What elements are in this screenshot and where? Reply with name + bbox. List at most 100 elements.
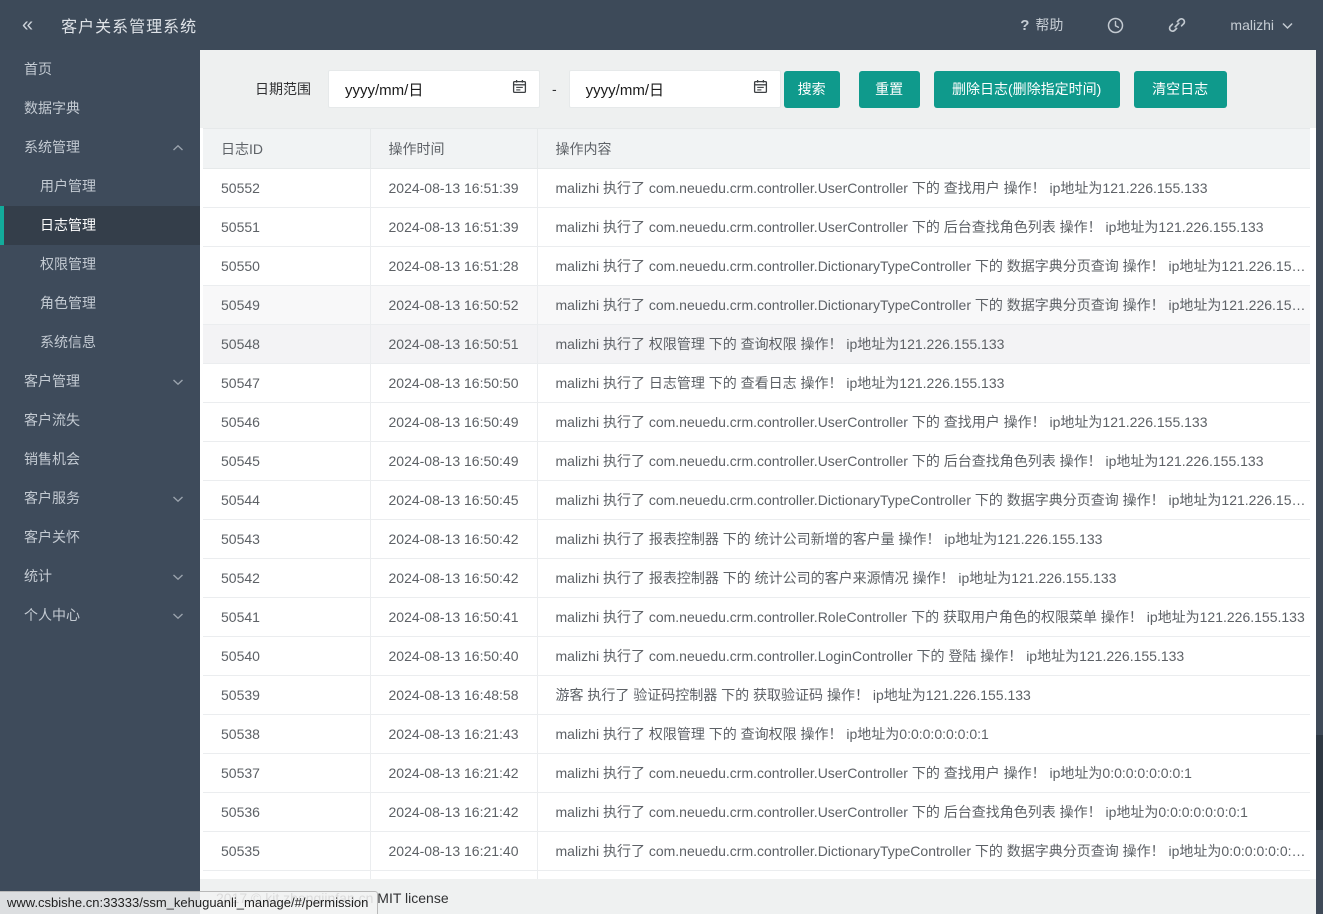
content-cell: malizhi 执行了 com.neuedu.crm.controller.Us… [537,441,1310,481]
help-button[interactable]: ? 帮助 [1020,15,1063,35]
username: malizhi [1230,17,1274,33]
table-row[interactable]: 50543 2024-08-13 16:50:42 malizhi 执行了 报表控制… [203,519,1310,559]
content-cell: malizhi 执行了 com.neuedu.crm.controller.Ro… [537,597,1310,637]
sidebar-item-label: 客户服务 [24,490,80,506]
date-range-label: 日期范围 [255,81,311,97]
table-row[interactable]: 50537 2024-08-13 16:21:42 malizhi 执行了 com.… [203,753,1310,793]
sidebar-item-label: 销售机会 [24,451,80,467]
time-cell: 2024-08-13 16:21:42 [370,792,538,832]
sidebar-item-sales-opportunity[interactable]: 销售机会 [0,440,200,479]
table-row[interactable]: 50552 2024-08-13 16:51:39 malizhi 执行了 com.… [203,168,1310,208]
sidebar-item-label: 统计 [24,568,52,584]
log-id-cell: 50543 [203,519,371,559]
sidebar-item-user-management[interactable]: 用户管理 [0,167,200,206]
table-row[interactable]: 50547 2024-08-13 16:50:50 malizhi 执行了 日志管理… [203,363,1310,403]
log-id-cell: 50551 [203,207,371,247]
sidebar-collapse-icon[interactable]: « [22,14,33,37]
table-row[interactable]: 50536 2024-08-13 16:21:42 malizhi 执行了 com.… [203,792,1310,832]
user-menu[interactable]: malizhi [1230,17,1293,33]
filter-bar: 日期范围 yyyy/mm/日 - yyyy/mm/日 搜索 重置 删除日志(删除… [200,50,1316,128]
time-cell: 2024-08-13 16:50:50 [370,363,538,403]
delete-logs-button[interactable]: 删除日志(删除指定时间) [933,70,1120,108]
time-cell: 2024-08-13 16:51:39 [370,207,538,247]
log-id-cell: 50540 [203,636,371,676]
table-row[interactable]: 50540 2024-08-13 16:50:40 malizhi 执行了 com.… [203,636,1310,676]
table-row[interactable]: 50545 2024-08-13 16:50:49 malizhi 执行了 com.… [203,441,1310,481]
log-id-cell: 50539 [203,675,371,715]
log-id-cell: 50547 [203,363,371,403]
status-url: www.csbishe.cn:33333/ssm_kehuguanli_mana… [7,895,369,910]
content-cell: malizhi 执行了 com.neuedu.crm.controller.Us… [537,753,1310,793]
link-icon[interactable] [1168,16,1186,34]
sidebar-item-label: 首页 [24,61,52,77]
content-cell: 游客 执行了 验证码控制器 下的 获取验证码 操作！ ip地址为121.226.… [537,675,1310,715]
content-cell: malizhi 执行了 报表控制器 下的 统计公司新增的客户量 操作！ ip地址… [537,519,1310,559]
sidebar-item-label: 日志管理 [40,217,96,233]
table-row[interactable]: 50538 2024-08-13 16:21:43 malizhi 执行了 权限管理… [203,714,1310,754]
time-cell: 2024-08-13 16:50:49 [370,441,538,481]
log-id-cell: 50552 [203,168,371,208]
table-row[interactable]: 50541 2024-08-13 16:50:41 malizhi 执行了 com.… [203,597,1310,637]
scrollbar-thumb[interactable] [1316,735,1323,830]
end-date-input[interactable]: yyyy/mm/日 [568,70,781,108]
time-cell: 2024-08-13 16:50:45 [370,480,538,520]
content-cell: malizhi 执行了 com.neuedu.crm.controller.Lo… [537,636,1310,676]
topbar: « 客户关系管理系统 ? 帮助 malizhi [0,0,1323,50]
chevron-down-icon [1282,17,1293,33]
sidebar-item-data-dictionary[interactable]: 数据字典 [0,89,200,128]
table-row[interactable]: 50542 2024-08-13 16:50:42 malizhi 执行了 报表控制… [203,558,1310,598]
calendar-icon[interactable] [512,79,527,99]
time-cell: 2024-08-13 16:50:42 [370,519,538,559]
sidebar-item-customer-care[interactable]: 客户关怀 [0,518,200,557]
sidebar-item-permission-management[interactable]: 权限管理 [0,245,200,284]
start-date-input[interactable]: yyyy/mm/日 [328,70,540,108]
sidebar-item-system-management[interactable]: 系统管理 [0,128,200,167]
content-cell: malizhi 执行了 权限管理 下的 查询权限 操作！ ip地址为121.22… [537,324,1310,364]
time-cell: 2024-08-13 16:50:51 [370,324,538,364]
log-id-cell: 50541 [203,597,371,637]
content-cell: malizhi 执行了 com.neuedu.crm.controller.Di… [537,480,1310,520]
vertical-scrollbar[interactable] [1316,50,1323,914]
topbar-actions: ? 帮助 malizhi [1020,15,1323,35]
sidebar-item-home[interactable]: 首页 [0,50,200,89]
search-button[interactable]: 搜索 [783,70,840,108]
time-cell: 2024-08-13 16:21:43 [370,714,538,754]
calendar-icon[interactable] [753,79,768,99]
sidebar-item-customer-management[interactable]: 客户管理 [0,362,200,401]
table-row[interactable]: 50539 2024-08-13 16:48:58 游客 执行了 验证码控制器 下的… [203,675,1310,715]
table-row[interactable]: 50549 2024-08-13 16:50:52 malizhi 执行了 com.… [203,285,1310,325]
time-cell: 2024-08-13 16:48:58 [370,675,538,715]
table-row[interactable]: 50546 2024-08-13 16:50:49 malizhi 执行了 com.… [203,402,1310,442]
table-row[interactable]: 50550 2024-08-13 16:51:28 malizhi 执行了 com.… [203,246,1310,286]
log-id-cell: 50536 [203,792,371,832]
content-cell: malizhi 执行了 日志管理 下的 查看日志 操作！ ip地址为121.22… [537,363,1310,403]
table-row[interactable]: 50551 2024-08-13 16:51:39 malizhi 执行了 com.… [203,207,1310,247]
sidebar-item-log-management[interactable]: 日志管理 [0,206,200,245]
log-table: 日志ID 操作时间 操作内容 50552 2024-08-13 16:51:39 m… [203,128,1310,871]
table-row[interactable]: 50535 2024-08-13 16:21:40 malizhi 执行了 com.… [203,831,1310,871]
content-cell: malizhi 执行了 com.neuedu.crm.controller.Us… [537,207,1310,247]
table-row[interactable]: 50544 2024-08-13 16:50:45 malizhi 执行了 com.… [203,480,1310,520]
sidebar-item-role-management[interactable]: 角色管理 [0,284,200,323]
time-cell: 2024-08-13 16:50:40 [370,636,538,676]
sidebar-item-label: 客户管理 [24,373,80,389]
time-cell: 2024-08-13 16:21:42 [370,753,538,793]
log-id-cell: 50544 [203,480,371,520]
sidebar-item-customer-service[interactable]: 客户服务 [0,479,200,518]
table-row[interactable]: 50548 2024-08-13 16:50:51 malizhi 执行了 权限管理… [203,324,1310,364]
sidebar-item-system-info[interactable]: 系统信息 [0,323,200,362]
main-content: 日期范围 yyyy/mm/日 - yyyy/mm/日 搜索 重置 删除日志(删除… [200,50,1316,914]
sidebar-item-label: 数据字典 [24,100,80,116]
sidebar-item-customer-churn[interactable]: 客户流失 [0,401,200,440]
sidebar-item-label: 系统信息 [40,334,96,350]
log-id-cell: 50550 [203,246,371,286]
chevron-up-icon [172,128,184,167]
sidebar-item-personal-center[interactable]: 个人中心 [0,596,200,635]
time-cell: 2024-08-13 16:51:28 [370,246,538,286]
sidebar-item-statistics[interactable]: 统计 [0,557,200,596]
clock-icon[interactable] [1107,17,1124,34]
clear-logs-button[interactable]: 清空日志 [1133,70,1227,108]
column-header-log-id: 日志ID [203,128,371,169]
log-id-cell: 50549 [203,285,371,325]
reset-button[interactable]: 重置 [858,70,920,108]
